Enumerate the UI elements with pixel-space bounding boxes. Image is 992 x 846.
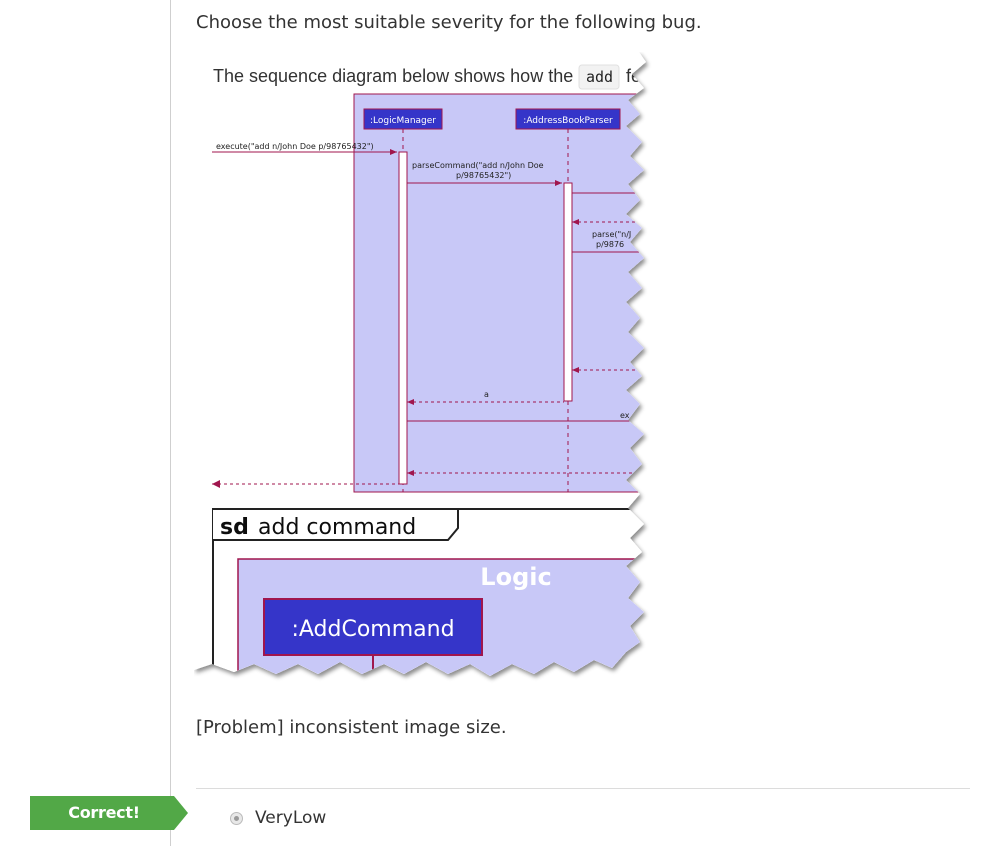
sd-title: add command [258, 515, 416, 540]
diagram-screenshot: The sequence diagram below shows how the… [194, 52, 654, 684]
radio-button[interactable] [230, 811, 243, 825]
left-rule [170, 0, 171, 846]
option-verylow[interactable]: VeryLow [230, 808, 326, 828]
code-text: add [586, 68, 613, 86]
problem-text: [Problem] inconsistent image size. [196, 717, 507, 738]
address-book-parser-label: :AddressBookParser [523, 116, 613, 126]
activation-parser [563, 182, 573, 402]
option-label: VeryLow [255, 808, 327, 828]
parse-command-line2: p/98765432") [456, 171, 511, 180]
sd-keyword: sd [220, 515, 249, 540]
logic-manager-label: :LogicManager [370, 116, 436, 126]
question-text: Choose the most suitable severity for th… [196, 12, 702, 33]
ex-label: ex [620, 411, 630, 420]
add-command-label: :AddCommand [291, 617, 454, 642]
parse-command-line1: parseCommand("add n/John Doe [412, 161, 544, 170]
activation-logic [398, 151, 408, 485]
divider [196, 788, 970, 789]
intro-suffix: fe [626, 66, 641, 86]
execute-msg: execute("add n/John Doe p/98765432") [216, 142, 374, 151]
parse-line1: parse("n/J [592, 230, 631, 239]
return-a: a [484, 390, 489, 399]
intro-text: The sequence diagram below shows how the [213, 66, 573, 86]
result-badge-label: Correct! [68, 803, 140, 822]
logic-label: Logic [480, 563, 551, 591]
parse-line2: p/9876 [596, 240, 624, 249]
